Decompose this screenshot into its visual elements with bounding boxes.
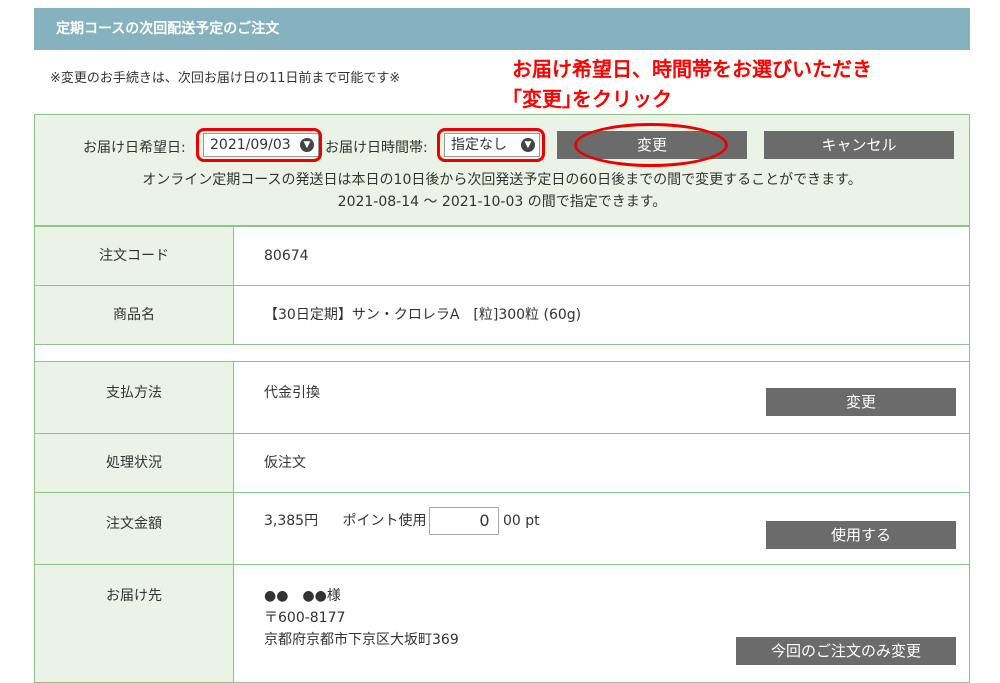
order-code-value: 80674 bbox=[233, 226, 970, 286]
order-code-label: 注文コード bbox=[34, 226, 234, 286]
table-row: 商品名 【30日定期】サン・クロレラA [粒]300粒 (60g) bbox=[34, 285, 970, 345]
delivery-controls: お届け日希望日: 2021/09/03 ▼ お届け日時間帯: 指定なし ▼ 変更… bbox=[35, 123, 969, 167]
postal-code: 〒600-8177 bbox=[264, 610, 346, 626]
status-value: 仮注文 bbox=[233, 433, 970, 493]
points-unit: 00 pt bbox=[503, 513, 540, 529]
table-row: 支払方法 代金引換 変更 bbox=[34, 361, 970, 434]
amount-value: 3,385円 bbox=[264, 513, 319, 529]
product-label: 商品名 bbox=[34, 285, 234, 345]
annotation-line-1: お届け希望日、時間帯をお選びいただき bbox=[512, 57, 872, 81]
delivery-range-dates: 2021-08-14 ～ 2021-10-03 の間で指定できます。 bbox=[337, 194, 667, 210]
highlight-time-ring bbox=[437, 128, 545, 162]
product-value: 【30日定期】サン・クロレラA [粒]300粒 (60g) bbox=[233, 285, 970, 345]
instruction-annotation: お届け希望日、時間帯をお選びいただき ｢変更｣をクリック bbox=[512, 54, 872, 114]
points-input[interactable]: 0 bbox=[428, 507, 499, 535]
payment-cell: 代金引換 変更 bbox=[233, 361, 970, 434]
delivery-change-panel: お届け日希望日: 2021/09/03 ▼ お届け日時間帯: 指定なし ▼ 変更… bbox=[34, 114, 970, 226]
highlight-date-ring bbox=[196, 128, 322, 162]
amount-cell: 3,385円 ポイント使用 0 00 pt 使用する bbox=[233, 492, 970, 565]
points-label: ポイント使用 bbox=[342, 513, 427, 529]
annotation-line-2: ｢変更｣をクリック bbox=[512, 87, 672, 111]
delivery-date-label: お届け日希望日: bbox=[83, 140, 186, 156]
delivery-range-note: オンライン定期コースの発送日は本日の10日後から次回発送予定日の60日後までの間… bbox=[142, 172, 862, 188]
status-label: 処理状況 bbox=[34, 433, 234, 493]
delivery-time-label: お届け日時間帯: bbox=[325, 140, 428, 156]
recipient-name: ●● ●●様 bbox=[264, 588, 341, 604]
order-info-table: 注文コード 80674 商品名 【30日定期】サン・クロレラA [粒]300粒 … bbox=[34, 226, 970, 683]
ship-to-label: お届け先 bbox=[34, 564, 234, 683]
section-header: 定期コースの次回配送予定のご注文 bbox=[34, 8, 970, 50]
table-row: 注文金額 3,385円 ポイント使用 0 00 pt 使用する bbox=[34, 492, 970, 565]
change-payment-button[interactable]: 変更 bbox=[766, 388, 956, 416]
highlight-change-oval bbox=[574, 123, 728, 167]
table-row: 注文コード 80674 bbox=[34, 226, 970, 286]
table-spacer bbox=[34, 344, 970, 362]
use-points-button[interactable]: 使用する bbox=[766, 521, 956, 549]
payment-label: 支払方法 bbox=[34, 361, 234, 434]
table-row: 処理状況 仮注文 bbox=[34, 433, 970, 493]
table-row: お届け先 ●● ●●様 〒600-8177 京都府京都市下京区大坂町369 今回… bbox=[34, 564, 970, 683]
amount-label: 注文金額 bbox=[34, 492, 234, 565]
change-this-order-address-button[interactable]: 今回のご注文のみ変更 bbox=[736, 637, 956, 665]
ship-to-cell: ●● ●●様 〒600-8177 京都府京都市下京区大坂町369 今回のご注文の… bbox=[233, 564, 970, 683]
change-deadline-notice: ※変更のお手続きは、次回お届け日の11日前まで可能です※ bbox=[50, 71, 401, 86]
cancel-button[interactable]: キャンセル bbox=[764, 131, 954, 159]
payment-value: 代金引換 bbox=[264, 385, 320, 401]
